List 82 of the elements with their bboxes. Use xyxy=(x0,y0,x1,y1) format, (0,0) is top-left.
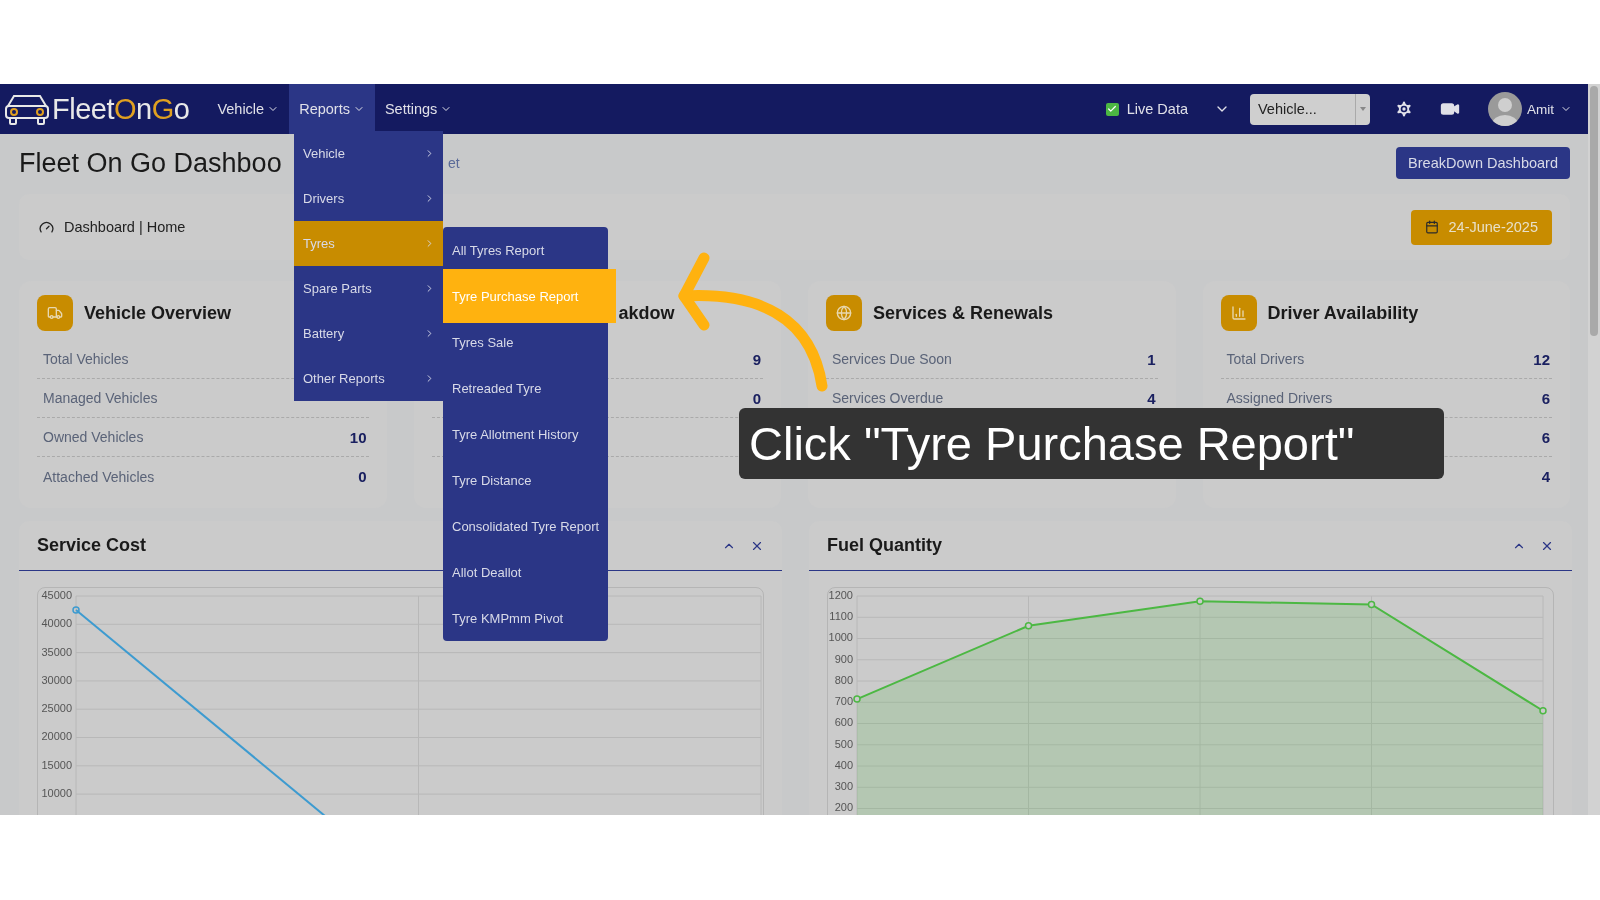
stat-value: 12 xyxy=(1533,350,1550,368)
breakdown-dashboard-button[interactable]: BreakDown Dashboard xyxy=(1396,147,1570,179)
menu-item[interactable]: Vehicle xyxy=(294,131,443,176)
submenu-item[interactable]: Consolidated Tyre Report xyxy=(443,503,608,549)
tick-label: 900 xyxy=(834,652,853,665)
stat-label: Services Due Soon xyxy=(832,351,952,367)
nav-menu-item[interactable]: Reports xyxy=(289,84,375,134)
stat-label: Assigned Drivers xyxy=(1226,390,1333,406)
submenu-item[interactable]: Tyre Allotment History xyxy=(443,411,608,457)
caret-icon xyxy=(1360,107,1366,111)
tick-label: 200 xyxy=(834,801,853,814)
live-data-label: Live Data xyxy=(1126,101,1188,117)
stat-label: Total Drivers xyxy=(1226,351,1305,367)
stat-value: 6 xyxy=(1541,428,1550,446)
menu-item[interactable]: Drivers xyxy=(294,176,443,221)
tick-label: 1100 xyxy=(829,610,853,623)
stat-value: 9 xyxy=(752,350,761,368)
card-title: Vehicle Overview xyxy=(84,302,232,324)
tick-label: 45000 xyxy=(41,588,72,601)
card-title: Services & Renewals xyxy=(873,302,1054,324)
breadcrumb-text: Dashboard | Home xyxy=(64,219,186,235)
data-point xyxy=(1539,707,1547,715)
stat-label: Owned Vehicles xyxy=(43,429,144,445)
submenu-item[interactable]: Tyre KMPmm Pivot xyxy=(443,595,608,641)
gauge-icon xyxy=(39,219,54,235)
live-data-checkbox[interactable] xyxy=(1105,102,1119,116)
card-title: akdow xyxy=(618,302,675,324)
menu-item[interactable]: Spare Parts xyxy=(294,266,443,311)
stat-label: Attached Vehicles xyxy=(43,468,155,485)
avatar[interactable] xyxy=(1488,92,1522,126)
menu-item[interactable]: Other Reports xyxy=(294,356,443,401)
panel-title: Service Cost xyxy=(37,535,147,556)
tick-label: 400 xyxy=(834,758,853,771)
submenu-item[interactable]: Retreaded Tyre xyxy=(443,365,608,411)
tick-label: 20000 xyxy=(41,730,72,743)
stat-value: 10 xyxy=(349,428,367,446)
tick-label: 600 xyxy=(834,716,853,729)
tick-label: 1200 xyxy=(828,588,853,601)
stat-label: Services Overdue xyxy=(832,390,944,406)
tick-label: 35000 xyxy=(41,645,72,658)
tick-label: 30000 xyxy=(41,673,72,686)
tick-label: 25000 xyxy=(41,702,72,715)
tick-label: 800 xyxy=(834,673,853,686)
nav-menu-item[interactable]: Vehicle xyxy=(207,84,290,134)
stat-value: 0 xyxy=(358,468,367,485)
stat-value: 1 xyxy=(1147,350,1156,368)
nav-menu-item[interactable]: Settings xyxy=(374,84,463,134)
vehicle-select[interactable]: Vehicle... xyxy=(1250,93,1370,125)
bar-chart-icon xyxy=(1220,295,1257,331)
calendar-icon xyxy=(1424,220,1439,234)
page-title: Fleet On Go Dashboo xyxy=(19,147,282,179)
car-icon xyxy=(4,92,50,126)
tutorial-tooltip: Click "Tyre Purchase Report" xyxy=(739,408,1444,479)
tick-label: 500 xyxy=(834,737,853,750)
stat-value: 4 xyxy=(1541,468,1550,485)
stat-label: Managed Vehicles xyxy=(43,390,158,406)
stat-value: 4 xyxy=(1147,389,1156,407)
scrollbar[interactable] xyxy=(1588,84,1600,815)
stat-value: 0 xyxy=(752,389,761,407)
menu-item[interactable]: Battery xyxy=(294,311,443,356)
tick-label: 1000 xyxy=(828,631,853,644)
globe-icon xyxy=(826,295,862,331)
stat-value: 6 xyxy=(1541,389,1550,407)
submenu-item[interactable]: Allot Deallot xyxy=(443,549,608,595)
tick-label: 300 xyxy=(834,780,853,793)
user-name[interactable]: Amit xyxy=(1527,101,1554,117)
tick-label: 15000 xyxy=(41,758,72,771)
logo-text: FleetOnGo xyxy=(52,92,190,126)
panel-title: Fuel Quantity xyxy=(827,535,942,556)
data-point xyxy=(1196,597,1204,606)
data-point xyxy=(1024,622,1033,630)
settings-icon[interactable] xyxy=(1394,99,1414,119)
data-point xyxy=(853,695,861,703)
data-point xyxy=(1367,600,1376,609)
truck-icon xyxy=(37,295,73,331)
stat-label: Total Vehicles xyxy=(43,351,129,367)
tick-label: 10000 xyxy=(41,787,72,799)
tick-label: 700 xyxy=(834,695,853,708)
submenu-item[interactable]: Tyre Distance xyxy=(443,457,608,503)
card-title: Driver Availability xyxy=(1267,302,1419,324)
tick-label: 40000 xyxy=(41,617,72,630)
page-subtitle: et xyxy=(448,155,460,171)
